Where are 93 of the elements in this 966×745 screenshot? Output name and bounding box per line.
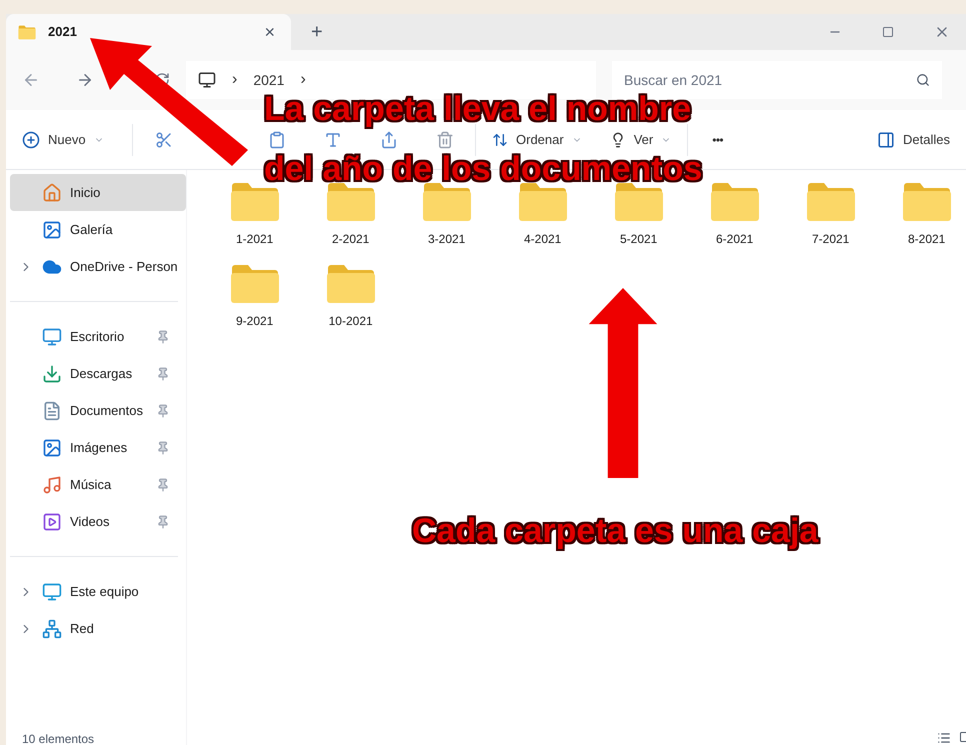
search-input[interactable]: Buscar en 2021 — [624, 70, 916, 90]
pin-icon[interactable] — [156, 366, 170, 380]
paste-icon[interactable] — [268, 130, 286, 148]
folder-name: 6-2021 — [716, 231, 754, 248]
details-view-icon[interactable] — [936, 731, 951, 745]
rename-icon[interactable] — [324, 130, 342, 148]
plus-icon — [22, 130, 40, 148]
more-button[interactable]: ••• — [688, 130, 748, 148]
folder-name: 4-2021 — [524, 231, 562, 248]
close-tab-button[interactable]: × — [260, 18, 279, 46]
share-icon[interactable] — [380, 130, 398, 148]
forward-icon[interactable] — [76, 71, 94, 89]
pin-icon[interactable] — [156, 478, 170, 492]
folder-icon — [710, 182, 760, 222]
folder-name: 3-2021 — [428, 231, 466, 248]
sidebar-item[interactable]: Descargas — [10, 355, 178, 392]
folder-icon — [806, 182, 856, 222]
computer-icon — [42, 582, 62, 602]
sidebar-label: Este equipo — [70, 582, 140, 601]
delete-icon[interactable] — [436, 130, 454, 148]
search-icon[interactable] — [916, 73, 930, 87]
breadcrumb-separator: › — [232, 70, 238, 90]
tab-title: 2021 — [48, 23, 78, 42]
folder-name: 5-2021 — [620, 231, 658, 248]
folder-icon — [230, 182, 280, 222]
sidebar-item[interactable]: Documentos — [10, 392, 178, 429]
breadcrumb-separator: › — [300, 70, 306, 90]
video-icon — [42, 512, 62, 532]
folder-name: 10-2021 — [328, 313, 373, 330]
picture-icon — [42, 220, 62, 240]
new-button[interactable]: Nuevo — [22, 130, 132, 150]
folder-item[interactable]: 10-2021 — [302, 260, 399, 334]
folder-icon — [230, 264, 280, 304]
sidebar-label: Videos — [70, 512, 111, 531]
sidebar-item[interactable]: OneDrive - Person — [10, 248, 186, 285]
network-icon — [42, 618, 62, 638]
sidebar-label: Escritorio — [70, 328, 126, 346]
maximize-icon[interactable] — [882, 26, 894, 38]
new-tab-button[interactable]: + — [291, 14, 343, 50]
sidebar-item[interactable]: Imágenes — [10, 429, 178, 466]
folder-icon — [518, 182, 568, 222]
sidebar-item[interactable]: Videos — [10, 503, 178, 540]
details-button[interactable]: Detalles — [877, 130, 950, 150]
home-icon — [42, 182, 62, 202]
sidebar-label: Documentos — [70, 402, 144, 420]
panel-icon — [877, 130, 896, 148]
sidebar-item[interactable]: Música — [10, 466, 178, 503]
folder-icon — [422, 182, 472, 222]
pin-icon[interactable] — [156, 514, 170, 528]
sidebar-label: Imágenes — [70, 438, 128, 457]
computer-icon — [198, 71, 216, 89]
sidebar-item[interactable]: Este equipo — [10, 573, 178, 610]
download-icon — [42, 364, 62, 384]
desktop-icon — [42, 326, 62, 346]
item-count: 10 elementos — [21, 733, 96, 745]
view-button[interactable]: Ver — [610, 130, 672, 150]
annotation-line: del año de los documentos — [264, 152, 702, 186]
breadcrumb-item[interactable]: 2021 — [253, 70, 284, 90]
pin-icon[interactable] — [156, 330, 170, 344]
picture-icon — [42, 438, 62, 458]
folder-name: 7-2021 — [812, 231, 850, 248]
folder-item[interactable]: 8-2021 — [878, 178, 966, 252]
folder-name: 8-2021 — [908, 231, 946, 248]
back-icon[interactable] — [22, 71, 40, 89]
folder-icon — [902, 182, 952, 222]
cut-icon[interactable] — [155, 130, 173, 148]
folder-item[interactable]: 9-2021 — [206, 260, 303, 334]
folder-name: 2-2021 — [332, 231, 370, 248]
sidebar-item[interactable]: Galería — [10, 211, 186, 248]
folder-icon — [18, 24, 36, 40]
folder-icon — [326, 264, 376, 304]
sidebar-label: Galería — [70, 220, 114, 239]
folder-icon — [326, 182, 376, 222]
sidebar-item[interactable]: Escritorio — [10, 318, 178, 355]
folder-name: 1-2021 — [236, 231, 274, 248]
sort-button[interactable]: Ordenar — [492, 130, 582, 150]
sort-icon — [492, 132, 508, 148]
sidebar-label: Red — [70, 620, 95, 638]
folder-name: 9-2021 — [236, 313, 274, 330]
pin-icon[interactable] — [156, 404, 170, 418]
folder-item[interactable]: 7-2021 — [782, 178, 879, 252]
annotation-line: Cada carpeta es una caja — [412, 514, 818, 548]
sidebar-item[interactable]: Red — [10, 610, 178, 647]
sidebar-label: Inicio — [70, 184, 102, 202]
sidebar-label: Música — [70, 476, 112, 494]
document-icon — [42, 400, 62, 420]
music-icon — [42, 474, 62, 494]
folder-icon — [614, 182, 664, 222]
sidebar-item[interactable]: Inicio — [10, 174, 186, 211]
sidebar-label: Descargas — [70, 364, 134, 383]
sidebar-label: OneDrive - Person — [70, 258, 178, 276]
folder-tab[interactable]: 2021 × — [6, 14, 291, 50]
pin-icon[interactable] — [156, 440, 170, 454]
